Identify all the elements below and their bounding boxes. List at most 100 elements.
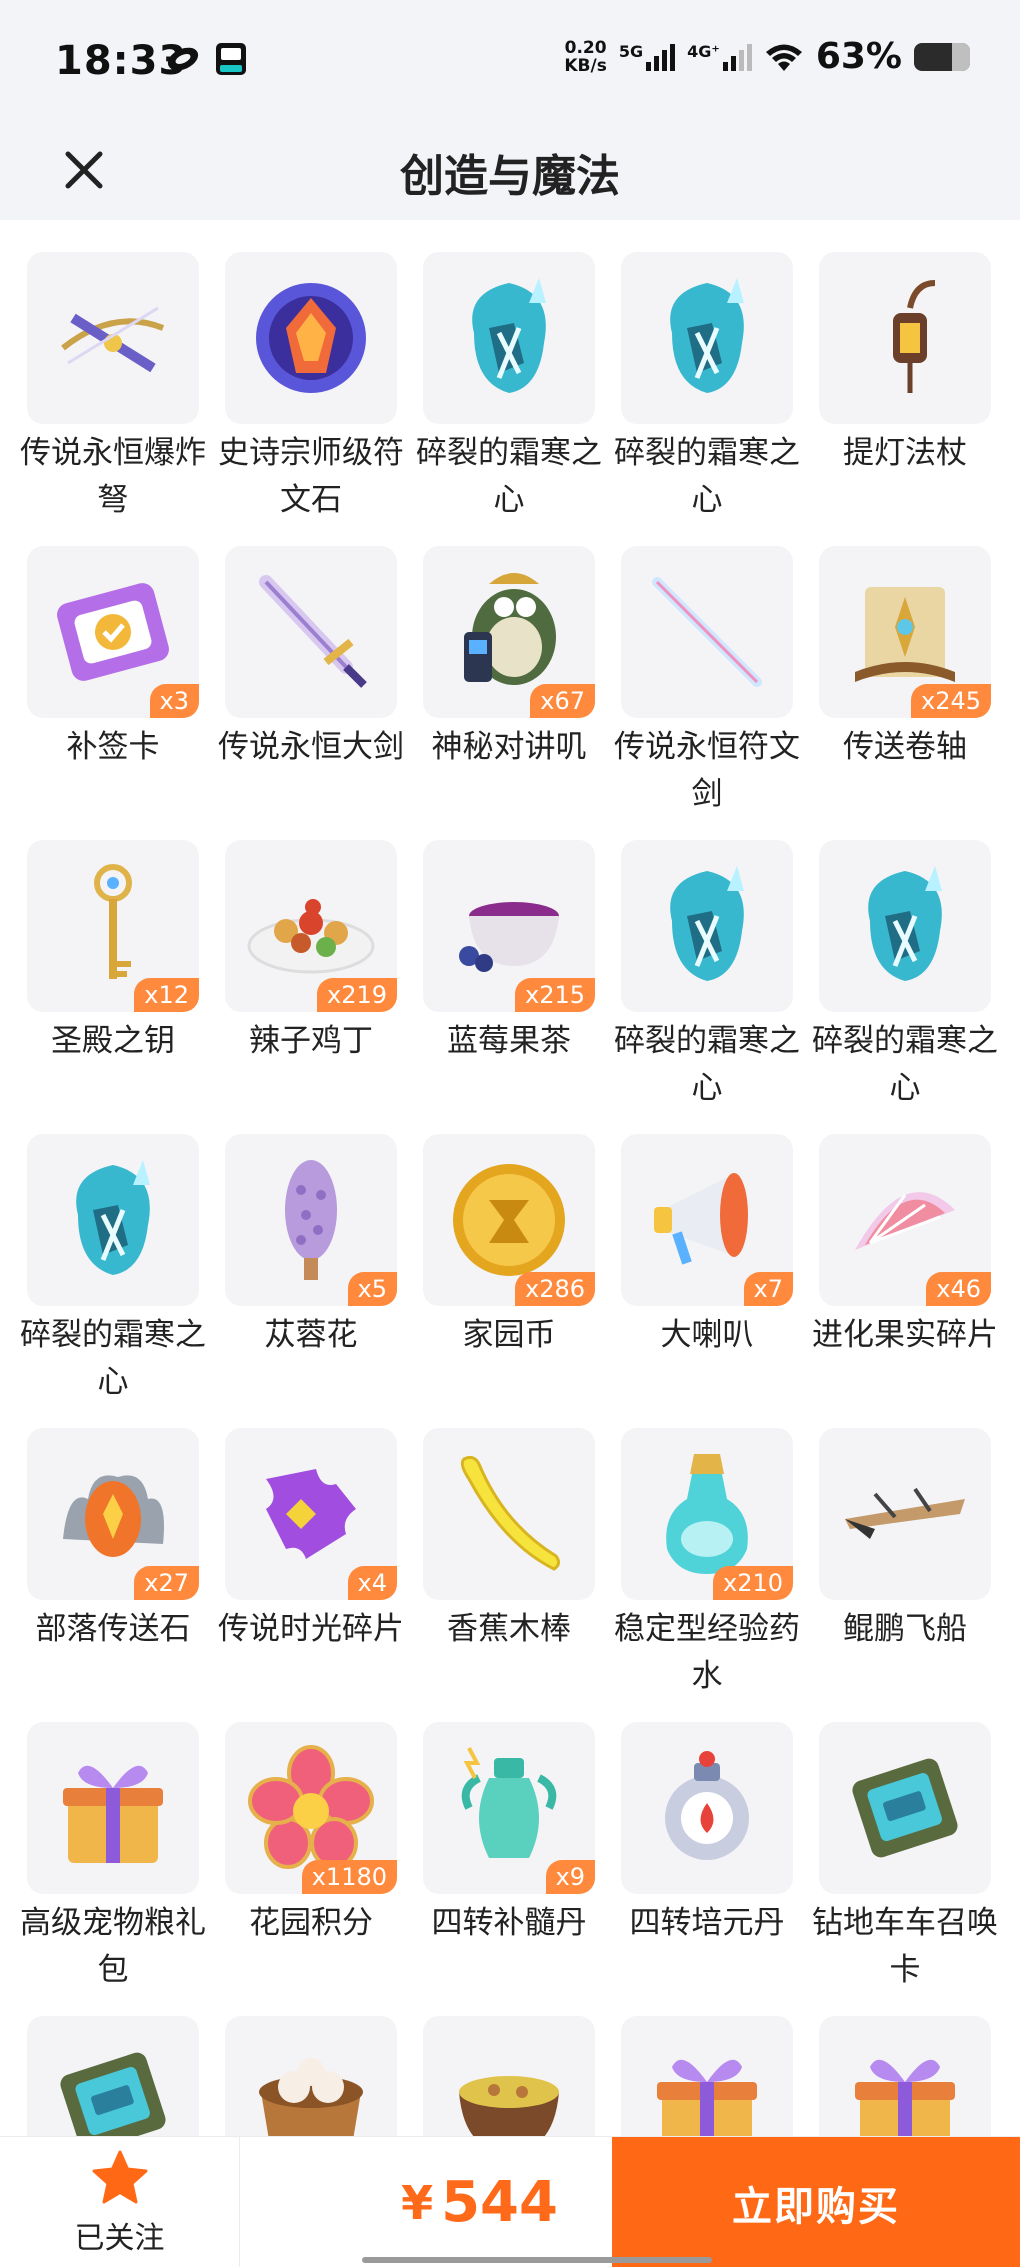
quantity-badge: x4 bbox=[347, 1566, 397, 1600]
app-notification-icon bbox=[167, 47, 199, 71]
item-card[interactable]: 传说永恒符文剑 bbox=[614, 546, 800, 818]
item-card[interactable]: 传说永恒大剑 bbox=[218, 546, 404, 771]
dumplings-icon bbox=[246, 2042, 376, 2140]
item-card[interactable]: 碎裂的霜寒之心 bbox=[614, 840, 800, 1112]
item-card[interactable]: x286 家园币 bbox=[423, 1134, 595, 1359]
item-card[interactable]: x67 神秘对讲叽 bbox=[423, 546, 595, 771]
item-card[interactable]: 碎裂的霜寒之心 bbox=[20, 1134, 206, 1406]
network-5g-label: 5G bbox=[618, 41, 644, 61]
item-card[interactable]: x27 部落传送石 bbox=[27, 1428, 199, 1653]
follow-button[interactable]: 已关注 bbox=[0, 2137, 240, 2267]
gift-icon bbox=[840, 2037, 970, 2140]
item-card[interactable]: x12 圣殿之钥 bbox=[27, 840, 199, 1065]
item-name: 四转培元丹 bbox=[629, 1905, 785, 1941]
item-card[interactable] bbox=[819, 2016, 991, 2140]
megaphone-icon bbox=[642, 1155, 772, 1285]
item-name: 传说永恒符文剑 bbox=[614, 729, 800, 812]
page-header: 创造与魔法 bbox=[0, 120, 1020, 220]
price-amount: 544 bbox=[441, 2170, 558, 2235]
item-card[interactable]: x210 稳定型经验药水 bbox=[614, 1428, 800, 1700]
item-card[interactable]: 传说永恒爆炸弩 bbox=[20, 252, 206, 524]
item-card[interactable]: x245 传送卷轴 bbox=[819, 546, 991, 771]
item-card[interactable] bbox=[621, 2016, 793, 2140]
item-card[interactable] bbox=[225, 2016, 397, 2140]
item-thumbnail: x210 bbox=[621, 1428, 793, 1600]
item-name: 碎裂的霜寒之心 bbox=[416, 435, 602, 518]
item-card[interactable]: 四转培元丹 bbox=[621, 1722, 793, 1947]
coin-icon bbox=[444, 1155, 574, 1285]
frost-heart-icon bbox=[454, 273, 564, 403]
item-thumbnail bbox=[819, 840, 991, 1012]
quantity-badge: x245 bbox=[910, 684, 991, 718]
item-card[interactable]: x5 苁蓉花 bbox=[225, 1134, 397, 1359]
item-name: 花园积分 bbox=[249, 1905, 373, 1941]
item-card[interactable]: 提灯法杖 bbox=[819, 252, 991, 477]
item-card[interactable]: x4 传说时光碎片 bbox=[218, 1428, 404, 1653]
price: ¥ 544 bbox=[240, 2137, 612, 2267]
bottom-action-bar: 已关注 ¥ 544 立即购买 bbox=[0, 2136, 1020, 2267]
item-name: 稳定型经验药水 bbox=[614, 1611, 800, 1694]
item-card[interactable]: 碎裂的霜寒之心 bbox=[812, 840, 998, 1112]
item-thumbnail bbox=[621, 1722, 793, 1894]
gift-icon bbox=[642, 2037, 772, 2140]
fruit-slice-icon bbox=[840, 1165, 970, 1275]
item-card[interactable]: x46 进化果实碎片 bbox=[812, 1134, 998, 1359]
quantity-badge: x286 bbox=[514, 1272, 595, 1306]
signal-4g-icon bbox=[722, 43, 752, 71]
wifi-icon bbox=[765, 44, 802, 71]
item-thumbnail bbox=[225, 252, 397, 424]
item-card[interactable]: 高级宠物粮礼包 bbox=[20, 1722, 206, 1994]
teleport-stone-icon bbox=[48, 1449, 178, 1579]
item-card[interactable]: x1180 花园积分 bbox=[225, 1722, 397, 1947]
quantity-badge: x12 bbox=[134, 978, 199, 1012]
item-name: 神秘对讲叽 bbox=[431, 729, 587, 765]
item-card[interactable]: x3 补签卡 bbox=[27, 546, 199, 771]
item-card[interactable] bbox=[423, 2016, 595, 2140]
buy-now-button[interactable]: 立即购买 bbox=[612, 2137, 1020, 2267]
item-thumbnail: x46 bbox=[819, 1134, 991, 1306]
item-name: 碎裂的霜寒之心 bbox=[20, 1317, 206, 1400]
item-name: 进化果实碎片 bbox=[812, 1317, 998, 1353]
status-bar: 18:33 0.20 KB/s 5G 4G⁺ 63% bbox=[0, 0, 1020, 120]
summon-card-icon bbox=[48, 2042, 178, 2140]
item-name: 史诗宗师级符文石 bbox=[218, 435, 404, 518]
quantity-badge: x1180 bbox=[301, 1860, 397, 1894]
item-card[interactable]: 史诗宗师级符文石 bbox=[218, 252, 404, 524]
item-card[interactable]: 鲲鹏飞船 bbox=[819, 1428, 991, 1653]
battery-icon bbox=[914, 42, 970, 71]
item-card[interactable]: x7 大喇叭 bbox=[621, 1134, 793, 1359]
item-thumbnail: x219 bbox=[225, 840, 397, 1012]
app-badge-icon bbox=[216, 43, 246, 75]
item-thumbnail: x3 bbox=[27, 546, 199, 718]
item-thumbnail: x1180 bbox=[225, 1722, 397, 1894]
puzzle-icon bbox=[246, 1449, 376, 1579]
item-name: 圣殿之钥 bbox=[51, 1023, 175, 1059]
item-card[interactable]: x215 蓝莓果茶 bbox=[423, 840, 595, 1065]
item-card[interactable]: 香蕉木棒 bbox=[423, 1428, 595, 1653]
network-speed: 0.20 KB/s bbox=[564, 37, 607, 76]
item-name: 传说永恒爆炸弩 bbox=[20, 435, 206, 518]
item-name: 蓝莓果茶 bbox=[447, 1023, 571, 1059]
item-card[interactable]: 碎裂的霜寒之心 bbox=[416, 252, 602, 524]
item-card[interactable]: x219 辣子鸡丁 bbox=[225, 840, 397, 1065]
item-thumbnail: x286 bbox=[423, 1134, 595, 1306]
item-name: 大喇叭 bbox=[660, 1317, 754, 1353]
crossbow-icon bbox=[53, 288, 173, 388]
item-card[interactable]: x9 四转补髓丹 bbox=[423, 1722, 595, 1947]
item-thumbnail: x27 bbox=[27, 1428, 199, 1600]
quantity-badge: x5 bbox=[347, 1272, 397, 1306]
item-card[interactable]: 碎裂的霜寒之心 bbox=[614, 252, 800, 524]
food-plate-icon bbox=[241, 871, 381, 981]
item-thumbnail bbox=[27, 2016, 199, 2140]
frost-heart-icon bbox=[850, 861, 960, 991]
item-thumbnail bbox=[423, 252, 595, 424]
item-name: 提灯法杖 bbox=[843, 435, 967, 471]
item-card[interactable]: 钻地车车召唤卡 bbox=[812, 1722, 998, 1994]
item-name: 鲲鹏飞船 bbox=[843, 1611, 967, 1647]
quantity-badge: x27 bbox=[134, 1566, 199, 1600]
item-card[interactable] bbox=[27, 2016, 199, 2140]
item-grid: 传说永恒爆炸弩 史诗宗师级符文石 碎裂的霜寒之心 碎裂的霜寒之心 提灯法杖 x3 补签卡 传说… bbox=[0, 220, 1020, 2140]
quantity-badge: x9 bbox=[545, 1860, 595, 1894]
pill-jar-icon bbox=[449, 1738, 569, 1878]
airship-icon bbox=[835, 1469, 975, 1559]
